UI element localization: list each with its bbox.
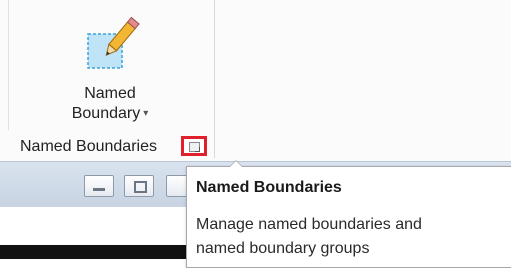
tooltip-line: Manage named boundaries and: [196, 216, 422, 233]
named-boundary-label-line1: Named: [84, 85, 136, 102]
ribbon-group-divider: [214, 0, 215, 158]
dark-strip: [0, 245, 200, 259]
tooltip: Named Boundaries Manage named boundaries…: [186, 160, 511, 268]
maximize-button[interactable]: [124, 175, 154, 197]
named-boundary-button[interactable]: Named Boundary ▾: [60, 12, 160, 124]
minimize-icon: [93, 188, 105, 191]
ribbon-group-label: Named Boundaries: [20, 138, 157, 155]
dialog-launcher-icon: [189, 142, 200, 152]
dialog-launcher-button[interactable]: [181, 136, 207, 156]
maximize-icon: [134, 181, 147, 193]
tooltip-description: Manage named boundaries and named bounda…: [196, 213, 496, 261]
ribbon-panel: Named Boundary ▾ Named Boundaries: [0, 0, 511, 161]
ribbon-divider: [8, 0, 9, 130]
tooltip-title: Named Boundaries: [196, 179, 342, 196]
dropdown-arrow-icon[interactable]: ▾: [143, 108, 148, 119]
named-boundary-label-line2: Boundary: [71, 105, 141, 122]
minimize-button[interactable]: [84, 175, 114, 197]
lower-panel: [0, 207, 200, 259]
tooltip-line: named boundary groups: [196, 240, 370, 257]
named-boundary-label: Named Boundary ▾: [60, 84, 160, 126]
named-boundary-pencil-icon: [84, 16, 140, 76]
